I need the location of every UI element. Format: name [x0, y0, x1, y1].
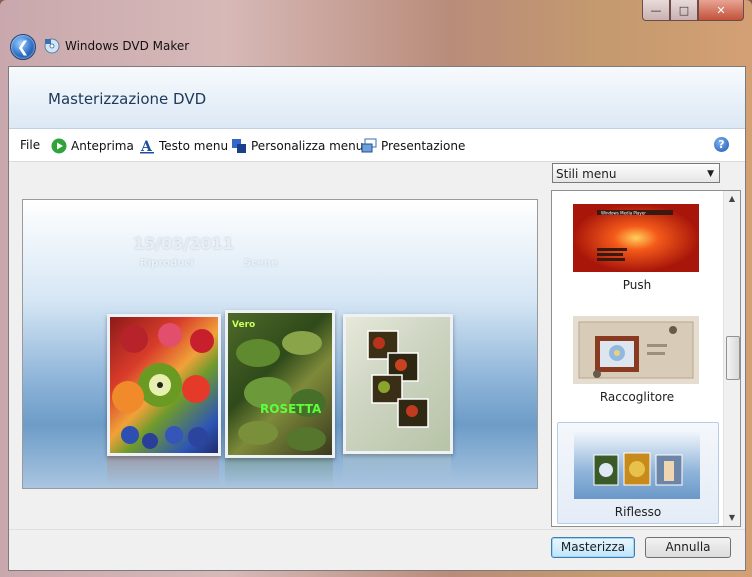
style-label-push: Push	[622, 278, 652, 292]
scrollbar-thumb[interactable]	[726, 336, 740, 380]
preview-label: Anteprima	[71, 139, 134, 153]
collage-image	[367, 330, 429, 428]
toolbar: File Anteprima A Testo menu Personalizza…	[9, 129, 745, 162]
slideshow-icon	[361, 138, 377, 153]
style-label-riflesso: Riflesso	[614, 505, 662, 519]
footer-divider	[9, 529, 745, 530]
menu-text-button[interactable]: A Testo menu	[139, 138, 228, 154]
style-item-raccoglitore[interactable]: Raccoglitore	[557, 308, 717, 408]
preview-card-collage	[343, 314, 453, 454]
cancel-button[interactable]: Annulla	[645, 537, 731, 558]
minimize-icon: —	[650, 3, 662, 17]
maximize-button[interactable]: □	[670, 0, 698, 21]
reflection-vegetables	[225, 458, 333, 486]
customize-menu-label: Personalizza menu	[251, 139, 364, 153]
scroll-down-arrow-icon[interactable]: ▼	[724, 510, 740, 526]
back-arrow-icon: ❮	[16, 38, 30, 56]
app-title: Windows DVD Maker	[65, 39, 190, 53]
text-icon: A	[140, 139, 154, 154]
menu-text-label: Testo menu	[159, 139, 229, 153]
styles-scrollbar[interactable]: ▲ ▼	[723, 191, 740, 526]
title-bar: ❮ Windows DVD Maker — □ ✕	[0, 0, 752, 66]
dvd-maker-icon	[44, 38, 60, 54]
vegetables-image: ROSETTA Vero	[232, 320, 326, 451]
page-title: Masterizzazione DVD	[48, 90, 207, 108]
slideshow-label: Presentazione	[381, 139, 466, 153]
slideshow-button[interactable]: Presentazione	[361, 138, 465, 154]
preview-date: 15/03/2011	[133, 234, 234, 253]
push-thumb-caption: Windows Media Player	[601, 211, 646, 216]
raccoglitore-thumbnail	[573, 316, 699, 384]
style-item-push[interactable]: Windows Media Player Push	[557, 196, 717, 296]
menu-styles-dropdown[interactable]: Stili menu ▼	[552, 163, 720, 183]
reflection-collage	[343, 454, 451, 484]
vegetables-caption-top: Vero	[232, 320, 255, 330]
play-icon	[51, 138, 67, 154]
dropdown-arrow-icon: ▼	[707, 169, 714, 179]
dropdown-value: Stili menu	[556, 167, 617, 181]
minimize-button[interactable]: —	[642, 0, 670, 21]
preview-scenes-label: Scene	[244, 258, 278, 269]
scroll-up-arrow-icon[interactable]: ▲	[724, 191, 740, 207]
preview-card-vegetables: ROSETTA Vero	[225, 310, 335, 458]
window-controls: — □ ✕	[642, 0, 744, 21]
close-icon: ✕	[716, 3, 726, 17]
help-icon[interactable]: ?	[714, 137, 729, 152]
page-header: Masterizzazione DVD	[9, 67, 745, 129]
customize-icon	[232, 139, 246, 153]
riflesso-thumbnail	[574, 431, 700, 499]
svg-text:A: A	[140, 139, 153, 154]
reflection-fruits	[107, 456, 219, 486]
push-thumbnail: Windows Media Player	[573, 204, 699, 272]
fruits-image	[112, 323, 214, 449]
window-frame: ❮ Windows DVD Maker — □ ✕ Masterizzazion…	[0, 0, 752, 577]
preview-play-label: Riproduci	[140, 258, 194, 269]
burn-button[interactable]: Masterizza	[551, 537, 635, 558]
file-label: File	[20, 138, 41, 152]
customize-menu-button[interactable]: Personalizza menu	[231, 138, 363, 154]
preview-button[interactable]: Anteprima	[51, 138, 134, 154]
maximize-icon: □	[678, 3, 690, 17]
style-label-raccoglitore: Raccoglitore	[599, 390, 675, 404]
menu-styles-list: Windows Media Player Push Raccoglitore R…	[551, 190, 741, 527]
preview-card-fruits	[107, 314, 221, 456]
vegetables-caption: ROSETTA	[260, 402, 322, 416]
back-button[interactable]: ❮	[10, 34, 36, 60]
client-area: Masterizzazione DVD File Anteprima A Tes…	[8, 66, 746, 571]
file-menu[interactable]: File	[20, 138, 40, 152]
style-item-riflesso[interactable]: Riflesso	[557, 422, 719, 524]
close-button[interactable]: ✕	[698, 0, 744, 21]
menu-preview: 15/03/2011 Riproduci Scene ROSETTA Vero	[22, 199, 538, 489]
